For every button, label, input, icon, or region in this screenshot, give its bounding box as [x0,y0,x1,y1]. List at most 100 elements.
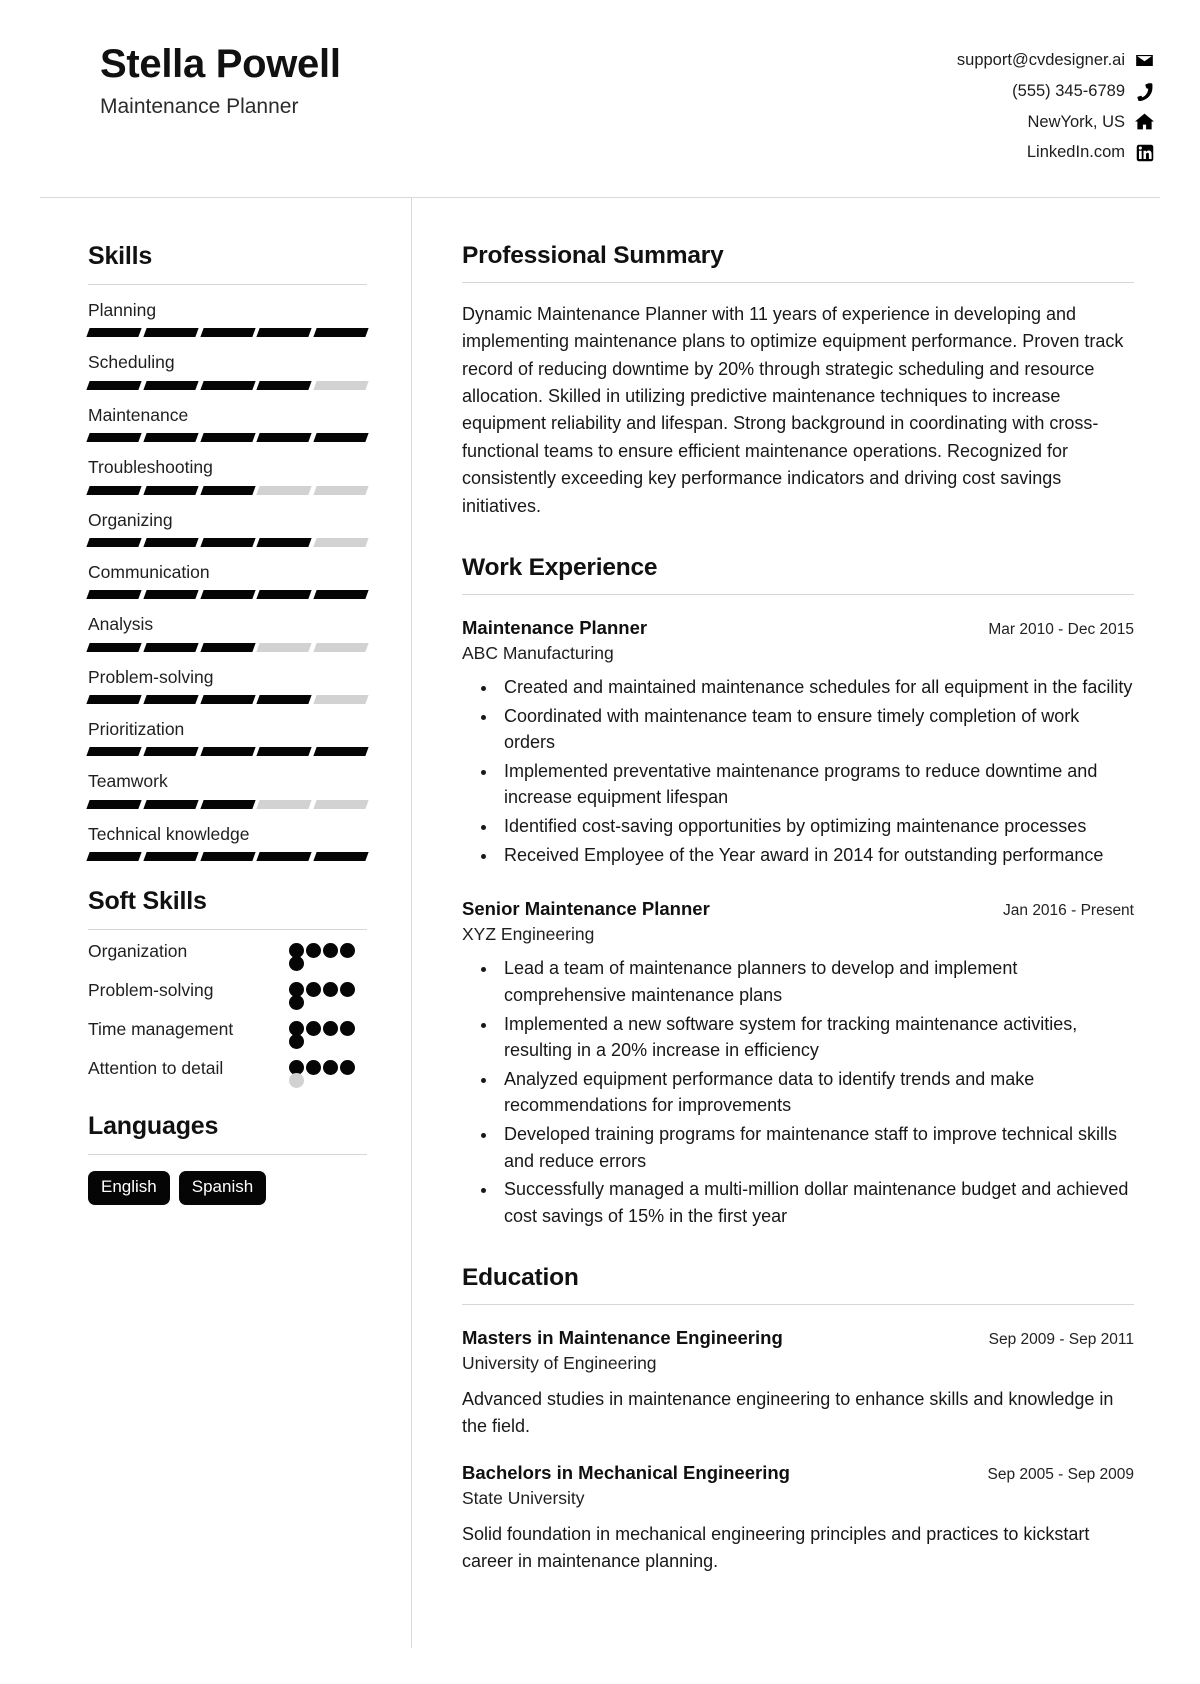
rating-dot [289,1034,304,1050]
soft-skill-label: Problem-solving [88,980,214,1001]
languages-heading: Languages [88,1112,219,1141]
section-divider [88,284,367,285]
entry-bullet: Analyzed equipment performance data to i… [498,1066,1134,1119]
skill-bar-segment [86,433,142,443]
skill-bar-segment [256,590,312,600]
skill-bar-segment [256,328,312,338]
resume-body: Skills Planning Scheduling Maintenance Trou… [40,198,1160,1648]
skill-row: Problem-solving [86,665,369,704]
contact-value: NewYork, US [1027,112,1125,131]
contact-value: (555) 345-6789 [1012,81,1125,100]
section-divider [462,1303,1134,1305]
phone-icon [1135,82,1154,101]
skill-level-bar [86,537,369,547]
entry-date-range: Jan 2016 - Present [1003,902,1134,920]
entry-bullet: Developed training programs for maintena… [498,1121,1134,1174]
entry-bullet: Created and maintained maintenance sched… [498,674,1134,701]
rating-dot [306,943,321,959]
rating-dot [323,1021,338,1037]
soft-skill-rating [289,1021,367,1050]
section-divider [88,929,367,931]
rating-dot [306,982,321,998]
skill-bar-segment [143,537,199,547]
contact-row-home[interactable]: NewYork, US [1027,110,1154,135]
skill-bar-segment [256,642,312,652]
skill-bar-segment [313,433,369,443]
skill-bar-segment [256,485,312,495]
skill-bar-segment [199,590,256,600]
skill-level-bar [86,328,369,338]
entry-header: Bachelors in Mechanical Engineering Sep 2… [462,1462,1134,1484]
skill-bar-segment [199,433,256,443]
soft-skill-row: Time management [88,1017,367,1050]
entry-bullet: Successfully managed a multi-million dol… [498,1176,1134,1229]
skill-label: Maintenance [88,404,189,425]
skill-level-bar [86,799,369,809]
education-section: Education [462,1264,1134,1305]
skill-level-bar [86,380,369,390]
soft-skills-heading: Soft Skills [88,887,207,916]
rating-dot [323,1060,338,1076]
home-icon [1135,112,1154,131]
skill-bar-segment [86,537,142,547]
entry-date-range: Mar 2010 - Dec 2015 [988,620,1134,638]
skill-label: Organizing [88,509,173,530]
contact-value: support@cvdesigner.ai [956,51,1125,69]
entry-organization: ABC Manufacturing [462,642,614,663]
summary-text: Dynamic Maintenance Planner with 11 year… [462,304,1124,516]
skill-bar-segment [199,747,256,757]
entry-organization: University of Engineering [462,1352,657,1373]
candidate-job-title: Maintenance Planner [100,94,299,118]
entry-organization: XYZ Engineering [462,924,595,945]
main-column: Professional Summary Dynamic Maintenance… [412,198,1160,1648]
skills-list: Planning Scheduling Maintenance Troubleshoo… [86,298,369,862]
entry-bullet: Received Employee of the Year award in 2… [498,842,1134,869]
soft-skill-row: Organization [88,939,367,972]
skill-bar-segment [199,695,256,704]
rating-dot [340,982,355,998]
skill-bar-segment [313,799,369,809]
language-tag[interactable]: Spanish [178,1171,267,1205]
entry-bullet: Implemented a new software system for tr… [498,1011,1134,1064]
soft-skill-row: Attention to detail [88,1056,367,1089]
soft-skills-list: Organization Problem-solving Time manageme… [88,939,367,1089]
entry-bullet-list: Created and maintained maintenance sched… [462,674,1134,868]
skill-bar-segment [143,433,199,443]
skill-label: Planning [88,300,157,320]
sidebar: Skills Planning Scheduling Maintenance Trou… [40,198,412,1648]
rating-dot [289,956,304,972]
education-entry-list: Masters in Maintenance Engineering Sep 20… [462,1327,1134,1575]
contact-row-phone[interactable]: (555) 345-6789 [1012,79,1154,104]
entry-bullet: Lead a team of maintenance planners to d… [498,955,1134,1008]
skill-level-bar [86,642,369,652]
skill-bar-segment [313,852,369,862]
entry-bullet: Coordinated with maintenance team to ens… [498,703,1134,756]
entry-organization: State University [462,1487,585,1508]
skill-row: Planning [86,298,369,338]
education-entry: Bachelors in Mechanical Engineering Sep 2… [462,1462,1134,1575]
skill-bar-segment [143,747,199,757]
skill-bar-segment [199,799,256,809]
skill-bar-segment [143,328,199,338]
soft-skill-rating [289,982,367,1011]
contact-row-envelope[interactable]: support@cvdesigner.ai [957,48,1154,73]
skill-row: Scheduling [86,350,369,390]
rating-dot [323,943,338,959]
language-tag-list: English Spanish [88,1171,367,1205]
skill-row: Organizing [86,508,369,547]
skill-level-bar [86,485,369,495]
contact-row-linkedin[interactable]: LinkedIn.com [1027,140,1154,165]
skill-bar-segment [199,485,256,495]
entry-header: Maintenance Planner Mar 2010 - Dec 2015 [462,617,1134,639]
entry-header: Masters in Maintenance Engineering Sep 20… [462,1327,1134,1349]
skill-bar-segment [199,642,256,652]
section-divider [462,282,1134,283]
language-tag[interactable]: English [88,1171,170,1205]
soft-skill-row: Problem-solving [88,978,367,1011]
skill-level-bar [86,695,369,704]
skills-section: Skills Planning Scheduling Maintenance Trou… [86,242,369,862]
entry-title: Maintenance Planner [462,616,648,638]
rating-dot [306,1021,321,1037]
skill-row: Prioritization [86,717,369,757]
skill-bar-segment [143,590,199,600]
